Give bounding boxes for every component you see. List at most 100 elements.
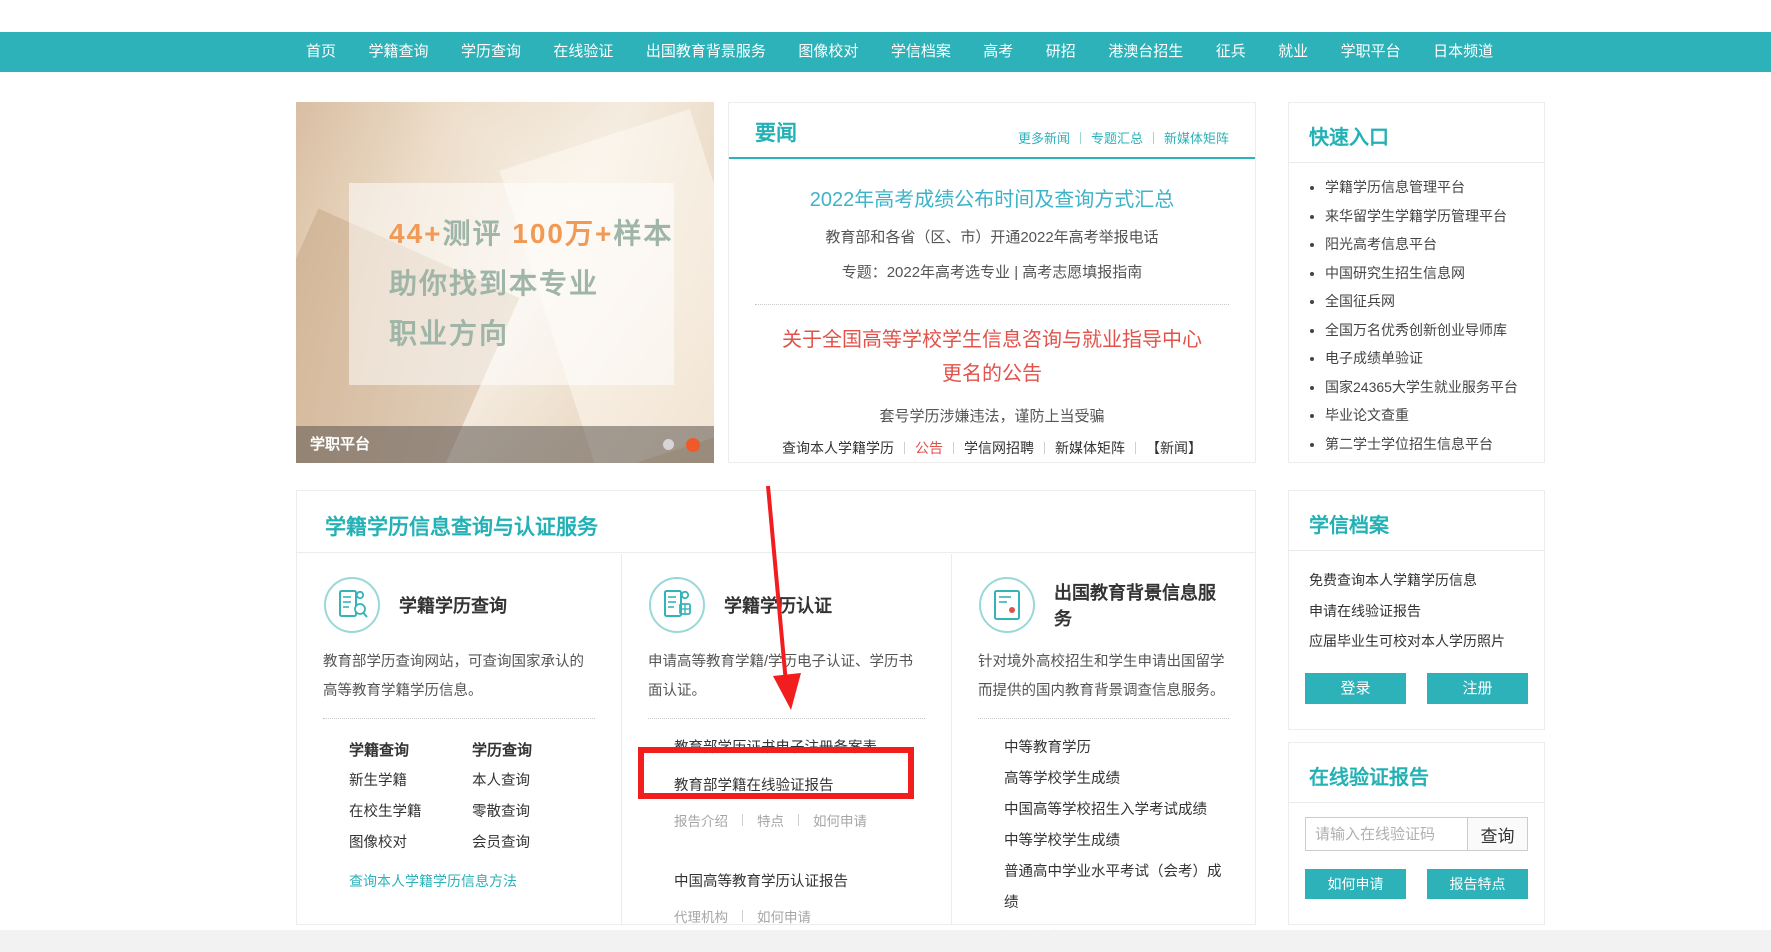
- topics-link[interactable]: 专题汇总: [1091, 128, 1143, 147]
- register-button[interactable]: 注册: [1427, 673, 1528, 704]
- higher-edu-renzheng-report-link[interactable]: 中国高等教育学历认证报告: [674, 870, 925, 891]
- xueji-online-verify-report-link[interactable]: 教育部学籍在线验证报告: [674, 774, 925, 795]
- dotted-divider: [978, 718, 1229, 719]
- carousel-dot-2-active[interactable]: [686, 438, 700, 452]
- separator: [742, 814, 743, 826]
- college-transcript-link[interactable]: 高等学校学生成绩: [1004, 764, 1229, 795]
- entrance-exam-score-link[interactable]: 中国高等学校招生入学考试成绩: [1004, 795, 1229, 826]
- quick-link-intl-students[interactable]: 来华留学生学籍学历管理平台: [1325, 202, 1524, 231]
- features-link[interactable]: 特点: [757, 810, 784, 830]
- separator: [1153, 132, 1154, 144]
- dotted-divider: [755, 304, 1229, 305]
- archive-description: 免费查询本人学籍学历信息 申请在线验证报告 应届毕业生可校对本人学历照片: [1309, 565, 1524, 657]
- how-to-apply-button[interactable]: 如何申请: [1305, 869, 1406, 899]
- verify-code-input[interactable]: [1305, 817, 1467, 851]
- news-item2-title-line2: 更名的公告: [729, 357, 1255, 391]
- how-to-apply-link[interactable]: 如何申请: [813, 810, 867, 830]
- quick-link-thesis-check[interactable]: 毕业论文查重: [1325, 401, 1524, 430]
- carousel-dot-1[interactable]: [663, 439, 674, 450]
- scattered-query-link[interactable]: 零散查询: [472, 797, 595, 828]
- query-own-record-link[interactable]: 查询本人学籍学历: [782, 438, 894, 458]
- freshman-record-link[interactable]: 新生学籍: [349, 766, 472, 797]
- quick-link-transcript-verify[interactable]: 电子成绩单验证: [1325, 344, 1524, 373]
- verify-search-button[interactable]: 查询: [1467, 817, 1528, 851]
- verify-title: 在线验证报告: [1289, 743, 1544, 802]
- chsi-jobs-link[interactable]: 学信网招聘: [964, 438, 1034, 458]
- nav-item-online-verify[interactable]: 在线验证: [539, 32, 627, 72]
- nav-item-xueji-query[interactable]: 学籍查询: [354, 32, 442, 72]
- record-search-icon: [323, 576, 381, 634]
- news-item1-line2[interactable]: 专题：2022年高考选专业 | 高考志愿填报指南: [729, 261, 1255, 282]
- news-item1-title[interactable]: 2022年高考成绩公布时间及查询方式汇总: [729, 183, 1255, 212]
- card1-link-grid: 学籍查询 新生学籍 在校生学籍 图像校对 学历查询 本人查询 零散查询 会员查询: [349, 735, 595, 859]
- quick-entry-list: 学籍学历信息管理平台 来华留学生学籍学历管理平台 阳光高考信息平台 中国研究生招…: [1325, 173, 1524, 458]
- separator: [1080, 132, 1081, 144]
- member-query-link[interactable]: 会员查询: [472, 828, 595, 859]
- card3-head: 出国教育背景信息服务: [978, 576, 1229, 634]
- self-query-link[interactable]: 本人查询: [472, 766, 595, 797]
- card2-description: 申请高等教育学籍/学历电子认证、学历书面认证。: [648, 648, 925, 706]
- enrolled-record-link[interactable]: 在校生学籍: [349, 797, 472, 828]
- card2-head: 学籍学历认证: [648, 576, 925, 634]
- news-item2-line1[interactable]: 套号学历涉嫌违法，谨防上当受骗: [729, 405, 1255, 426]
- announcement-link[interactable]: 公告: [915, 438, 943, 458]
- news-item1-line1[interactable]: 教育部和各省（区、市）开通2022年高考举报电话: [729, 226, 1255, 247]
- services-panel: 学籍学历信息查询与认证服务 学籍学历查询 教育部学历查询网站，可查询国家承认的高…: [296, 490, 1256, 925]
- headline-number: 44+: [389, 218, 443, 249]
- newmedia-matrix-link[interactable]: 新媒体矩阵: [1055, 438, 1125, 458]
- more-news-link[interactable]: 更多新闻: [1018, 128, 1070, 147]
- xueji-query-header: 学籍查询: [349, 735, 472, 766]
- quick-link-second-degree[interactable]: 第二学士学位招生信息平台: [1325, 430, 1524, 459]
- card3-title: 出国教育背景信息服务: [1054, 579, 1229, 631]
- huikao-score-link[interactable]: 普通高中学业水平考试（会考）成绩: [1004, 857, 1229, 919]
- quick-link-24365-jobs[interactable]: 国家24365大学生就业服务平台: [1325, 373, 1524, 402]
- nav-item-yanzhao[interactable]: 研招: [1032, 32, 1090, 72]
- news-link[interactable]: 【新闻】: [1146, 438, 1202, 458]
- nav-item-jiuye[interactable]: 就业: [1264, 32, 1322, 72]
- online-verify-panel: 在线验证报告 查询 如何申请 报告特点: [1288, 742, 1545, 925]
- nav-item-abroad-service[interactable]: 出国教育背景服务: [632, 32, 780, 72]
- card2-sublinks2: 代理机构 如何申请: [674, 906, 925, 926]
- xueli-query-column: 学历查询 本人查询 零散查询 会员查询: [472, 735, 595, 859]
- registration-record-form-link[interactable]: 教育部学历证书电子注册备案表: [674, 736, 925, 757]
- headline-number: 100万+: [512, 218, 613, 249]
- nav-item-zhengbing[interactable]: 征兵: [1202, 32, 1260, 72]
- secondary-edu-record-link[interactable]: 中等教育学历: [1004, 733, 1229, 764]
- card2-sublinks1: 报告介绍 特点 如何申请: [674, 810, 925, 830]
- nav-item-image-check[interactable]: 图像校对: [784, 32, 872, 72]
- top-navbar: 首页 学籍查询 学历查询 在线验证 出国教育背景服务 图像校对 学信档案 高考 …: [0, 32, 1771, 72]
- card3-link-list: 中等教育学历 高等学校学生成绩 中国高等学校招生入学考试成绩 中等学校学生成绩 …: [1004, 733, 1229, 919]
- nav-item-xueli-query[interactable]: 学历查询: [447, 32, 535, 72]
- quick-link-zhengbing-net[interactable]: 全国征兵网: [1325, 287, 1524, 316]
- divider: [1289, 162, 1544, 163]
- card-abroad-background-service: 出国教育背景信息服务 针对境外高校招生和学生申请出国留学而提供的国内教育背景调查…: [951, 554, 1255, 924]
- nav-item-japan[interactable]: 日本频道: [1419, 32, 1507, 72]
- nav-item-home[interactable]: 首页: [292, 32, 350, 72]
- nav-item-chsi-archive[interactable]: 学信档案: [877, 32, 965, 72]
- agency-link[interactable]: 代理机构: [674, 906, 728, 926]
- quick-link-yanzhao-net[interactable]: 中国研究生招生信息网: [1325, 259, 1524, 288]
- carousel-line3: 职业方向: [389, 309, 674, 359]
- verify-buttons: 如何申请 报告特点: [1305, 869, 1528, 899]
- report-intro-link[interactable]: 报告介绍: [674, 810, 728, 830]
- news-item2-title[interactable]: 关于全国高等学校学生信息咨询与就业指导中心 更名的公告: [729, 323, 1255, 391]
- secondary-school-score-link[interactable]: 中等学校学生成绩: [1004, 826, 1229, 857]
- newmedia-link[interactable]: 新媒体矩阵: [1164, 128, 1229, 147]
- nav-item-gaokao[interactable]: 高考: [969, 32, 1027, 72]
- separator: [1044, 442, 1045, 454]
- report-features-button[interactable]: 报告特点: [1427, 869, 1528, 899]
- nav-item-gangaotai[interactable]: 港澳台招生: [1094, 32, 1197, 72]
- nav-item-xuezhi[interactable]: 学职平台: [1327, 32, 1415, 72]
- card1-head: 学籍学历查询: [323, 576, 595, 634]
- dotted-divider: [648, 718, 925, 719]
- carousel-panel[interactable]: 44+测评 100万+样本 助你找到本专业 职业方向 学职平台: [296, 102, 714, 463]
- image-check-link[interactable]: 图像校对: [349, 828, 472, 859]
- quick-link-mentor-db[interactable]: 全国万名优秀创新创业导师库: [1325, 316, 1524, 345]
- quick-link-yangguang-gaokao[interactable]: 阳光高考信息平台: [1325, 230, 1524, 259]
- footer-strip: [0, 930, 1771, 952]
- how-to-apply-link[interactable]: 如何申请: [757, 906, 811, 926]
- query-method-link[interactable]: 查询本人学籍学历信息方法: [349, 871, 595, 891]
- xueli-query-header: 学历查询: [472, 735, 595, 766]
- quick-link-xjxl-platform[interactable]: 学籍学历信息管理平台: [1325, 173, 1524, 202]
- login-button[interactable]: 登录: [1305, 673, 1406, 704]
